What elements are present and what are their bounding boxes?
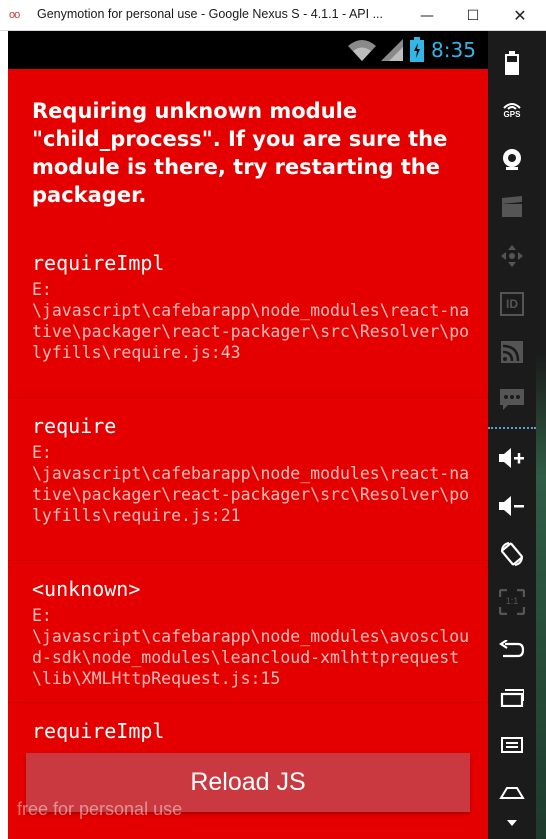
volume-down-icon[interactable] [488,484,536,528]
stack-frame[interactable]: require E: \javascript\cafebarapp\node_m… [8,397,488,560]
video-capture-icon[interactable] [488,185,536,229]
recent-apps-icon[interactable] [488,676,536,720]
menu-icon[interactable] [488,723,536,767]
battery-icon[interactable] [488,41,536,85]
device-screen[interactable]: 8:35 Requiring unknown module "child_pro… [8,31,488,839]
webcam-icon[interactable] [488,137,536,181]
frame-method: require [32,414,117,438]
window-titlebar: oo Genymotion for personal use - Google … [0,0,546,31]
home-icon[interactable] [488,771,536,815]
desktop-background-strip [536,31,546,839]
cast-icon[interactable] [488,330,536,374]
genymotion-logo-icon: oo [9,9,20,21]
minimize-button[interactable]: — [404,0,450,31]
stack-frame[interactable]: requireImpl [8,702,488,742]
frame-location: E: \javascript\cafebarapp\node_modules\a… [32,606,470,688]
scroll-down-icon[interactable] [488,811,536,835]
device-id-icon[interactable]: ID [488,282,536,326]
rotate-icon[interactable] [488,532,536,576]
battery-charging-icon [410,37,424,62]
frame-location: E: \javascript\cafebarapp\node_modules\r… [32,280,470,362]
device-id-label: ID [500,292,524,316]
volume-up-icon[interactable] [488,436,536,480]
error-message: Requiring unknown module "child_process"… [32,99,448,207]
close-button[interactable]: ✕ [497,0,543,31]
redbox-error-screen: Requiring unknown module "child_process"… [8,69,488,839]
signal-icon [381,39,403,61]
stack-frame[interactable]: <unknown> E: \javascript\cafebarapp\node… [8,560,488,702]
panel-separator [488,427,536,429]
sms-icon[interactable] [488,378,536,422]
gps-icon[interactable]: GPS [488,88,536,132]
clock: 8:35 [431,38,476,62]
scale-icon[interactable]: 1:1 [488,580,536,624]
android-statusbar: 8:35 [8,31,488,69]
back-icon[interactable] [488,628,536,672]
stack-frame[interactable]: requireImpl E: \javascript\cafebarapp\no… [8,239,488,397]
left-window-edge [0,31,8,839]
frame-method: <unknown> [32,577,141,601]
wifi-icon [348,40,376,61]
frame-location: E: \javascript\cafebarapp\node_modules\r… [32,443,470,525]
scale-label: 1:1 [505,596,519,606]
watermark-text: free for personal use [17,799,183,819]
maximize-button[interactable]: ☐ [450,0,496,31]
dpad-icon[interactable] [488,234,536,278]
frame-method: requireImpl [32,251,165,275]
gps-label: GPS [503,110,521,119]
window-title: Genymotion for personal use - Google Nex… [37,7,384,21]
genymotion-control-panel: GPS ID 1:1 [488,31,546,839]
frame-method: requireImpl [32,719,165,742]
